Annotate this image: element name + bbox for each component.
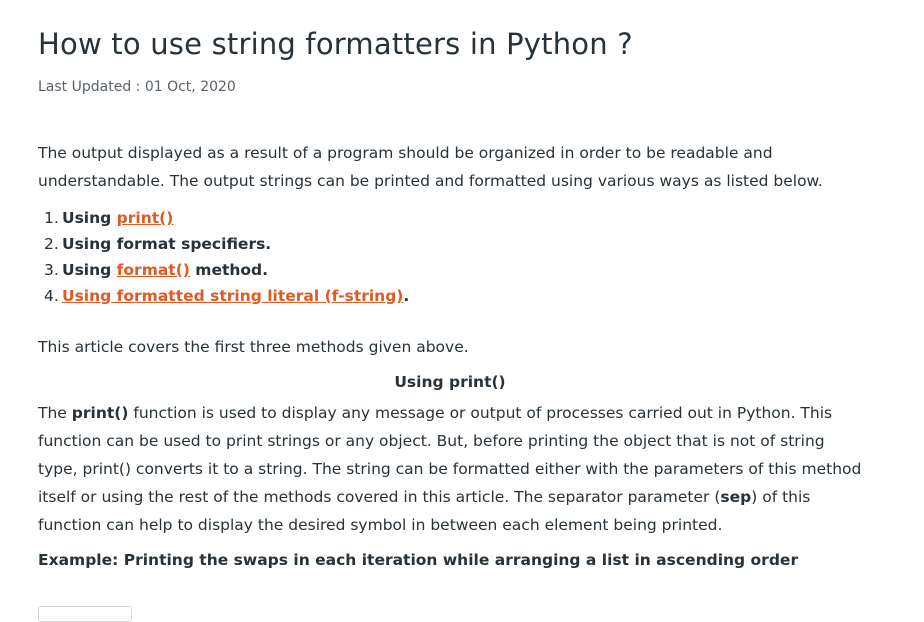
format-link[interactable]: format() — [117, 261, 190, 279]
list-number: 2. — [44, 235, 59, 253]
list-item: 4. Using formatted string literal (f-stri… — [44, 283, 409, 309]
list-item: 3. Using format() method. — [44, 257, 409, 283]
list-item-text: Using — [62, 261, 117, 279]
example-heading: Example: Printing the swaps in each iter… — [38, 551, 799, 569]
print-description: The print() function is used to display … — [38, 399, 868, 539]
print-link[interactable]: print() — [117, 209, 174, 227]
list-number: 1. — [44, 209, 59, 227]
list-item-text: Using — [62, 209, 117, 227]
f-string-link[interactable]: Using formatted string literal (f-string… — [62, 287, 403, 305]
sep-parameter: sep — [720, 488, 752, 506]
list-item: 2. Using format specifiers. — [44, 231, 409, 257]
intro-paragraph: The output displayed as a result of a pr… — [38, 144, 823, 190]
last-updated: Last Updated : 01 Oct, 2020 — [38, 79, 236, 95]
list-number: 4. — [44, 287, 59, 305]
methods-list: 1. Using print() 2. Using format specifier… — [44, 205, 409, 309]
text-run: The — [38, 404, 72, 422]
list-item-suffix: method. — [189, 261, 269, 279]
list-item-text: Using format specifiers. — [62, 235, 272, 253]
section-heading: Using print() — [394, 373, 506, 391]
page-title: How to use string formatters in Python ? — [38, 27, 633, 61]
list-number: 3. — [44, 261, 59, 279]
print-function-name: print() — [71, 404, 129, 422]
covers-paragraph: This article covers the first three meth… — [38, 338, 469, 356]
list-item: 1. Using print() — [44, 205, 409, 231]
list-item-suffix: . — [403, 287, 410, 305]
code-language-tab[interactable] — [38, 606, 132, 622]
